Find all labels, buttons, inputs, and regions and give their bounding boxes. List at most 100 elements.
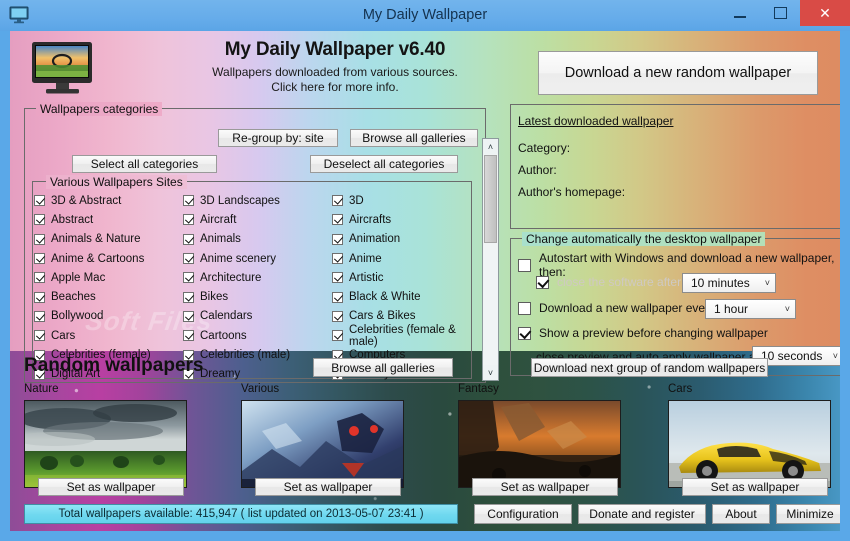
show-preview-checkbox[interactable] [518,326,531,340]
category-checkbox[interactable] [34,310,45,322]
category-item[interactable]: Black & White [332,287,474,306]
categories-scrollbar[interactable]: ˄ ˅ [482,138,499,381]
close-after-delay-select[interactable]: 10 minutes ˅ [682,273,776,293]
close-software-after-label: close the software after [557,275,682,289]
minimize-window-button[interactable] [720,0,760,26]
set-as-wallpaper-button-nature[interactable]: Set as wallpaper [38,478,184,496]
category-label: Animals [200,233,241,246]
download-random-wallpaper-button[interactable]: Download a new random wallpaper [538,51,818,95]
category-checkbox[interactable] [332,253,343,265]
category-checkbox[interactable] [34,214,45,226]
set-as-wallpaper-button-cars[interactable]: Set as wallpaper [682,478,828,496]
thumbnail-image-fantasy[interactable] [458,400,621,488]
donate-and-register-button[interactable]: Donate and register [578,504,706,524]
category-item[interactable]: Cartoons [183,326,333,345]
category-checkbox[interactable] [34,330,45,342]
category-item[interactable]: Aircraft [183,210,333,229]
thumbnail-image-cars[interactable] [668,400,831,488]
category-item[interactable]: Cars [34,326,184,345]
minimize-app-button[interactable]: Minimize [776,504,840,524]
category-label: 3D [349,194,364,207]
category-label: Celebrities (female & male) [349,323,456,348]
category-item[interactable]: Animation [332,230,474,249]
regroup-by-site-button[interactable]: Re-group by: site [218,129,338,147]
category-item[interactable]: Animals & Nature [34,230,184,249]
scroll-down-icon[interactable]: ˅ [483,365,498,380]
category-checkbox[interactable] [332,330,343,342]
category-checkbox[interactable] [332,195,343,207]
category-checkbox[interactable] [34,195,45,207]
categories-list[interactable]: 3D & Abstract Abstract Animals & Nature Ani… [34,191,474,381]
category-checkbox[interactable] [332,291,343,303]
more-info-link[interactable]: Click here for more info. [170,80,500,95]
category-item[interactable]: Calendars [183,307,333,326]
download-next-group-button[interactable]: Download next group of random wallpapers [531,358,768,377]
category-label: Animals & Nature [51,233,141,246]
category-checkbox[interactable] [183,291,194,303]
category-item[interactable]: Apple Mac [34,268,184,287]
category-item[interactable]: Anime [332,249,474,268]
category-item[interactable]: Bollywood [34,307,184,326]
category-item[interactable]: Architecture [183,268,333,287]
thumbnail-image-various[interactable] [241,400,404,488]
close-software-after-checkbox[interactable] [536,275,549,289]
category-item[interactable]: Aircrafts [332,210,474,229]
category-item[interactable]: Celebrities (male) [183,345,333,364]
maximize-window-button[interactable] [760,0,800,26]
thumbnail-label: Various [241,383,280,395]
download-interval-select[interactable]: 1 hour ˅ [705,299,796,319]
autostart-checkbox[interactable] [518,258,531,272]
set-as-wallpaper-button-fantasy[interactable]: Set as wallpaper [472,478,618,496]
category-checkbox[interactable] [183,253,194,265]
category-item[interactable]: Artistic [332,268,474,287]
category-checkbox[interactable] [183,330,194,342]
deselect-all-categories-button[interactable]: Deselect all categories [310,155,458,173]
download-every-checkbox[interactable] [518,301,531,315]
category-checkbox[interactable] [34,253,45,265]
set-as-wallpaper-button-various[interactable]: Set as wallpaper [255,478,401,496]
thumbnail-label: Cars [668,383,693,395]
category-item[interactable]: Anime scenery [183,249,333,268]
category-item[interactable]: Bikes [183,287,333,306]
category-item[interactable]: 3D [332,191,474,210]
download-every-row[interactable]: Download a new wallpaper every [518,301,715,315]
scroll-up-icon[interactable]: ˄ [483,139,498,154]
category-checkbox[interactable] [183,272,194,284]
category-checkbox[interactable] [183,310,194,322]
category-checkbox[interactable] [183,214,194,226]
category-checkbox[interactable] [332,272,343,284]
thumbnail-image-nature[interactable] [24,400,187,488]
category-item[interactable]: Anime & Cartoons [34,249,184,268]
configuration-button[interactable]: Configuration [474,504,572,524]
category-checkbox[interactable] [34,233,45,245]
close-window-button[interactable]: ✕ [800,0,850,26]
browse-all-galleries-top-button[interactable]: Browse all galleries [350,129,478,147]
download-every-label: Download a new wallpaper every [539,301,716,315]
category-item[interactable]: Celebrities (female & male) [332,323,474,348]
browse-all-galleries-bottom-button[interactable]: Browse all galleries [313,358,453,377]
category-checkbox[interactable] [183,195,194,207]
category-checkbox[interactable] [332,310,343,322]
latest-category-label: Category: [518,141,571,155]
category-checkbox[interactable] [34,272,45,284]
status-bar: Total wallpapers available: 415,947 ( li… [24,504,458,524]
scrollbar-thumb[interactable] [484,155,497,243]
category-item[interactable]: Abstract [34,210,184,229]
category-checkbox[interactable] [34,291,45,303]
category-checkbox[interactable] [332,233,343,245]
close-after-row[interactable]: close the software after [536,275,681,289]
category-item[interactable]: Animals [183,230,333,249]
category-item[interactable]: 3D Landscapes [183,191,333,210]
show-preview-row[interactable]: Show a preview before changing wallpaper [518,326,768,340]
latest-downloaded-wallpaper-link[interactable]: Latest downloaded wallpaper [518,114,673,128]
category-checkbox[interactable] [183,233,194,245]
about-button[interactable]: About [712,504,770,524]
category-item[interactable]: 3D & Abstract [34,191,184,210]
category-item[interactable]: Dreamy [183,365,333,381]
select-all-categories-button[interactable]: Select all categories [72,155,217,173]
category-checkbox[interactable] [332,214,343,226]
latest-author-homepage-label: Author's homepage: [518,185,626,199]
category-item[interactable]: Beaches [34,287,184,306]
random-wallpapers-title: Random wallpapers [24,355,204,376]
thumbnail-label: Fantasy [458,383,499,395]
